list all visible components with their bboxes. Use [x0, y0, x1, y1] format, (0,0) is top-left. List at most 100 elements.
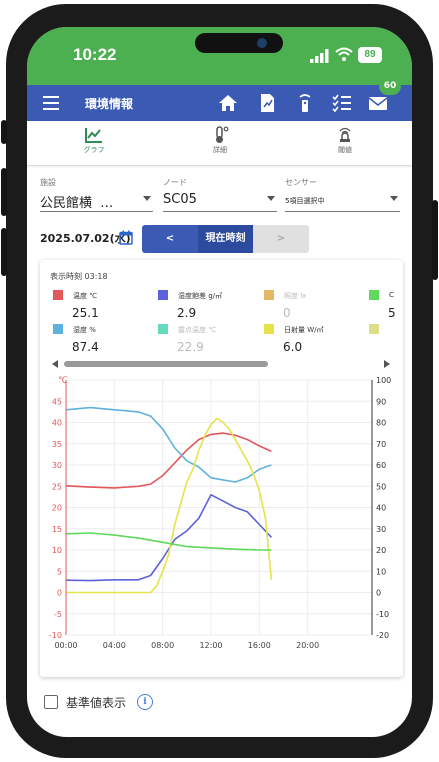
facility-label: 施設	[40, 178, 56, 187]
series-line	[66, 417, 273, 594]
node-label: ノード	[163, 178, 187, 187]
node-value: SC05	[163, 192, 197, 207]
power-button	[432, 200, 438, 280]
legend-label: 照度 lx	[284, 292, 307, 300]
x-tick-label: 16:00	[248, 641, 271, 650]
volume-up-button	[1, 168, 7, 216]
y2-tick-label: -20	[376, 631, 389, 640]
tab-detail-label: 詳細	[213, 146, 227, 154]
tab-threshold-label: 閾値	[338, 146, 352, 154]
y2-tick-label: 70	[376, 440, 386, 449]
app-title: 環境情報	[85, 97, 134, 111]
y2-tick-label: 80	[376, 419, 386, 428]
legend-swatch[interactable]	[158, 324, 168, 334]
y-tick-label: 20	[52, 504, 62, 513]
status-time: 10:22	[73, 45, 117, 64]
screen: 10:22 89 環境情報 60 グラフ 詳細 閾値 施設 公民館横 … ノード…	[27, 27, 412, 737]
home-icon[interactable]	[217, 93, 239, 113]
sensor-select[interactable]: センサー 5項目選択中	[285, 177, 400, 212]
legend-swatch[interactable]	[264, 290, 274, 300]
y2-tick-label: 50	[376, 482, 386, 491]
legend-value: 87.4	[72, 340, 99, 354]
y-tick-label: 35	[52, 440, 62, 449]
next-day-button[interactable]: >	[253, 225, 309, 253]
status-bar: 10:22 89	[27, 27, 412, 85]
menu-icon[interactable]	[43, 96, 59, 110]
legend-value: 2.9	[177, 306, 197, 320]
thermometer-icon	[216, 126, 229, 143]
legend-value: 0	[283, 306, 291, 320]
legend-value: 22.9	[177, 340, 204, 354]
y2-tick-label: 100	[376, 376, 391, 385]
legend-swatch[interactable]	[53, 324, 63, 334]
app-bar: 環境情報 60	[27, 78, 412, 121]
y-tick-label: 25	[52, 482, 62, 491]
side-button	[1, 120, 7, 144]
legend-label: 日射量 W/㎡	[284, 326, 324, 334]
date-navigation: < 現在時刻 >	[142, 225, 309, 253]
battery-indicator: 89	[358, 47, 382, 63]
legend-label: 湿度飽差 g/㎥	[178, 292, 223, 300]
legend-swatch[interactable]	[53, 290, 63, 300]
volume-down-button	[1, 228, 7, 276]
y-tick-label: 5	[57, 567, 62, 576]
line-chart-icon	[85, 128, 102, 143]
y2-tick-label: 10	[376, 567, 386, 576]
y2-tick-label: 60	[376, 461, 386, 470]
y-tick-label: 10	[52, 546, 62, 555]
legend-label: C	[389, 291, 394, 299]
y2-tick-label: 40	[376, 504, 386, 513]
y2-tick-label: 90	[376, 397, 386, 406]
legend-swatch[interactable]	[158, 290, 168, 300]
tab-graph[interactable]: グラフ	[64, 124, 124, 162]
x-tick-label: 12:00	[199, 641, 222, 650]
legend-scrollbar[interactable]	[52, 360, 390, 368]
legend-label: 温度 ℃	[73, 292, 98, 300]
left-axis-unit: ℃	[58, 376, 68, 386]
legend-swatch[interactable]	[369, 290, 379, 300]
mail-badge: 60	[379, 78, 401, 95]
tab-bar: グラフ 詳細 閾値	[27, 121, 412, 166]
document-chart-icon[interactable]	[256, 93, 278, 113]
line-chart: 454035302520151050-5-10 1009080706050403…	[49, 376, 391, 650]
y-tick-label: 15	[52, 525, 62, 534]
current-time-button[interactable]: 現在時刻	[198, 225, 253, 253]
tab-detail[interactable]: 詳細	[190, 124, 250, 162]
facility-value: 公民館横 …	[40, 196, 114, 211]
y-tick-label: 0	[57, 589, 62, 598]
chevron-down-icon	[390, 196, 398, 201]
y-tick-label: 45	[52, 397, 62, 406]
legend-swatch[interactable]	[264, 324, 274, 334]
facility-select[interactable]: 施設 公民館横 …	[40, 177, 153, 212]
calendar-icon[interactable]	[119, 230, 133, 245]
prev-day-button[interactable]: <	[142, 225, 198, 253]
tab-threshold[interactable]: 閾値	[315, 124, 375, 162]
alarm-icon	[339, 127, 351, 142]
y-tick-label: -10	[49, 631, 62, 640]
chevron-down-icon	[143, 196, 151, 201]
chevron-down-icon	[267, 196, 275, 201]
y2-tick-label: -10	[376, 610, 389, 619]
x-tick-label: 04:00	[103, 641, 126, 650]
series-line	[65, 406, 272, 483]
x-tick-label: 00:00	[54, 641, 77, 650]
y-tick-label: 30	[52, 461, 62, 470]
x-tick-label: 20:00	[296, 641, 319, 650]
wifi-icon	[335, 47, 353, 61]
signal-icon	[310, 49, 329, 63]
legend-value: 25.1	[72, 306, 99, 320]
info-icon[interactable]: i	[137, 694, 153, 710]
mail-icon[interactable]	[367, 93, 389, 113]
node-select[interactable]: ノード SC05	[163, 177, 277, 212]
remote-icon[interactable]	[294, 93, 316, 113]
sensor-label: センサー	[285, 178, 317, 187]
chart-card: 表示時刻 03:18 温度 ℃ 25.1 湿度飽差 g/㎥ 2.9 照度 lx …	[40, 260, 403, 677]
series-line	[65, 532, 272, 551]
legend-swatch[interactable]	[369, 324, 379, 334]
y-tick-label: 40	[52, 419, 62, 428]
y2-tick-label: 0	[376, 589, 381, 598]
x-tick-label: 08:00	[151, 641, 174, 650]
date-display: 2025.07.02(水)	[40, 232, 131, 245]
checklist-icon[interactable]	[331, 93, 353, 113]
reference-checkbox[interactable]	[44, 695, 58, 709]
